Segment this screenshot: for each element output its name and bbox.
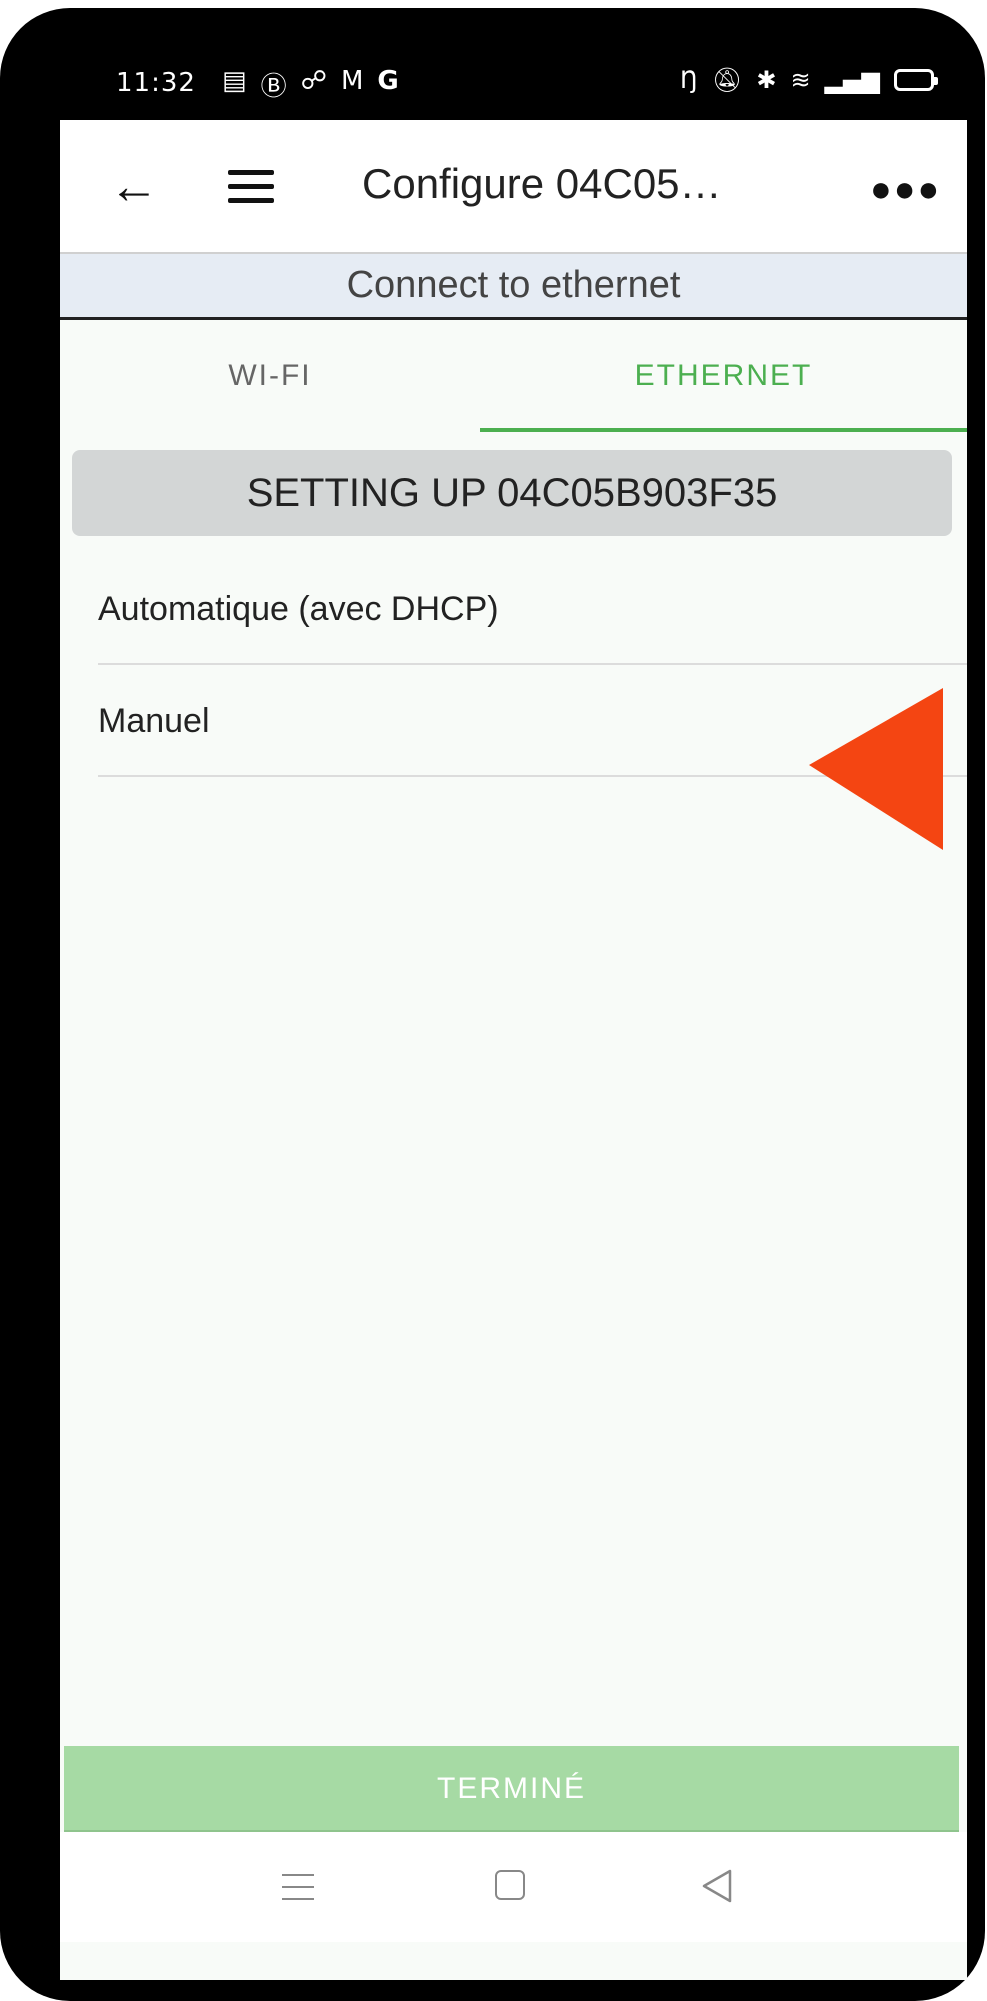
system-nav-bar xyxy=(60,1832,967,1942)
nav-back-icon[interactable] xyxy=(700,1868,734,1904)
status-left-icons: ▤ Ⓑ ☍ M G xyxy=(222,66,399,103)
nfc-icon: Ŋ xyxy=(680,66,698,94)
app-bar: ← Configure 04C05… ●●● xyxy=(60,120,967,254)
bluetooth-icon: ✱ xyxy=(756,66,777,94)
recents-icon[interactable] xyxy=(282,1870,314,1904)
status-bar: 11:32 ▤ Ⓑ ☍ M G Ŋ 🔕︎ ✱ ≋ ▂▄▆ xyxy=(60,60,940,120)
missed-call-icon: ☍ xyxy=(300,66,327,96)
google-icon: G xyxy=(377,66,399,96)
wifi-icon: ≋ xyxy=(790,66,811,94)
back-arrow-icon[interactable]: ← xyxy=(104,158,164,218)
tab-bar: WI-FI ETHERNET xyxy=(60,320,967,432)
status-time: 11:32 xyxy=(116,68,196,98)
hamburger-menu-icon[interactable] xyxy=(222,160,282,220)
app-screen: ← Configure 04C05… ●●● Connect to ethern… xyxy=(60,120,967,1980)
page-subtitle: Connect to ethernet xyxy=(60,254,967,320)
status-right-icons: Ŋ 🔕︎ ✱ ≋ ▂▄▆ xyxy=(680,66,939,94)
news-icon: ▤ xyxy=(222,66,247,96)
phone: 11:32 ▤ Ⓑ ☍ M G Ŋ 🔕︎ ✱ ≋ ▂▄▆ ← Configure… xyxy=(0,0,987,2001)
home-icon[interactable] xyxy=(495,1870,525,1900)
more-options-icon[interactable]: ●●● xyxy=(870,164,939,214)
mute-icon: 🔕︎ xyxy=(711,66,743,94)
annotation-arrow-icon xyxy=(809,688,943,850)
option-automatic-dhcp[interactable]: Automatique (avec DHCP) xyxy=(98,553,967,665)
battery-icon xyxy=(894,69,939,91)
page-title: Configure 04C05… xyxy=(362,160,722,207)
gmail-icon: M xyxy=(340,66,364,96)
done-button[interactable]: TERMINÉ xyxy=(64,1746,959,1832)
b-circle-icon: Ⓑ xyxy=(260,72,287,102)
setup-banner: SETTING UP 04C05B903F35 xyxy=(72,450,952,536)
tab-ethernet[interactable]: ETHERNET xyxy=(480,320,967,432)
signal-icon: ▂▄▆ xyxy=(824,66,881,94)
tab-indicator xyxy=(480,428,967,432)
tab-wifi[interactable]: WI-FI xyxy=(60,320,480,432)
